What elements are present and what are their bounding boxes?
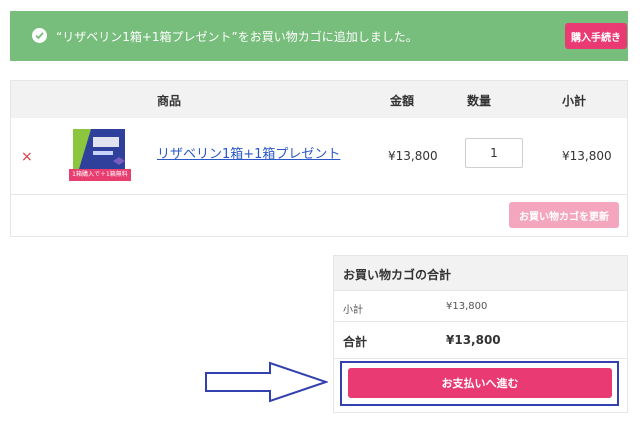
cart-totals-title: お買い物カゴの合計 [343, 268, 452, 282]
proceed-to-checkout-button[interactable]: 購入手続き [565, 23, 627, 49]
update-cart-button[interactable]: お買い物カゴを更新 [509, 202, 619, 228]
item-price: ¥13,800 [388, 149, 438, 163]
thumbnail-badge: 1箱購入で＋1箱無料 [72, 171, 128, 178]
subtotal-label: 小計 [343, 305, 363, 316]
table-row: × 1箱購入で＋1箱無料 リザベリン1箱+1箱プレゼント ¥13,800 ¥13… [11, 118, 627, 195]
column-price: 金額 [390, 94, 415, 108]
cart-totals-header: お買い物カゴの合計 [334, 256, 627, 291]
subtotal-row: 小計 ¥13,800 [334, 291, 627, 322]
check-circle-icon [32, 28, 47, 43]
total-value: ¥13,800 [446, 333, 501, 347]
quantity-input[interactable] [465, 138, 523, 168]
product-name-link[interactable]: リザベリン1箱+1箱プレゼント [157, 143, 340, 162]
item-subtotal: ¥13,800 [562, 149, 612, 163]
column-quantity: 数量 [467, 94, 492, 108]
proceed-to-payment-button[interactable]: お支払いへ進む [348, 368, 612, 398]
table-header: 商品 金額 数量 小計 [11, 81, 627, 118]
product-thumbnail[interactable]: 1箱購入で＋1箱無料 [69, 127, 131, 183]
notice-message: “リザベリン1箱+1箱プレゼント”をお買い物カゴに追加しました。 [56, 30, 418, 44]
right-arrow-icon [205, 361, 328, 403]
total-row: 合計 ¥13,800 [334, 322, 627, 359]
subtotal-value: ¥13,800 [446, 301, 488, 312]
column-subtotal: 小計 [562, 94, 587, 108]
column-product: 商品 [157, 94, 182, 108]
success-notice: “リザベリン1箱+1箱プレゼント”をお買い物カゴに追加しました。 購入手続き [10, 11, 628, 61]
cart-table: 商品 金額 数量 小計 × 1箱購入で＋1箱無料 リザベリン1箱+1箱プレゼント… [10, 80, 628, 237]
remove-item-icon[interactable]: × [21, 149, 33, 165]
total-label: 合計 [343, 335, 368, 349]
